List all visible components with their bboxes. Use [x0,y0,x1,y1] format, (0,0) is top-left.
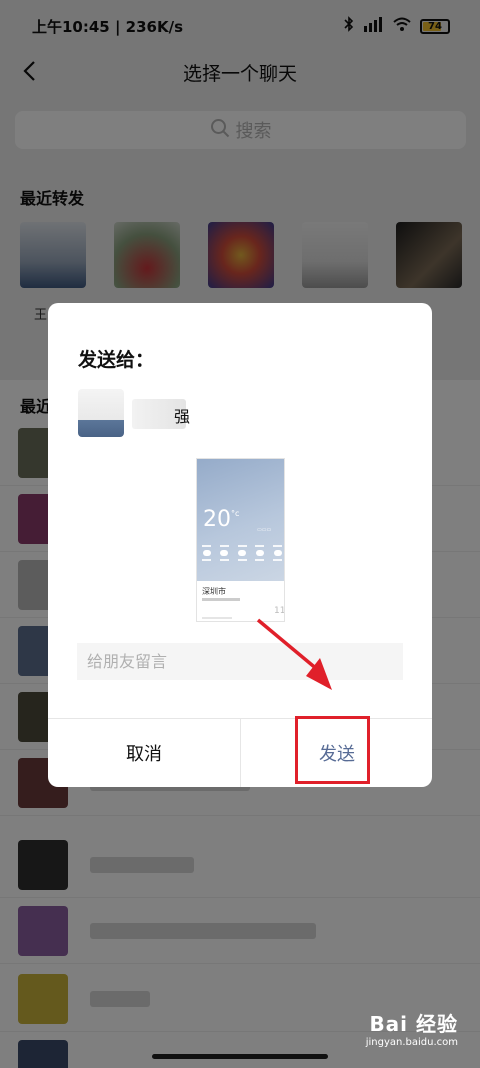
annotation-arrow-icon [256,618,332,690]
watermark: Bai 经验 jingyan.baidu.com [366,1008,458,1048]
watermark-logo: Bai 经验 [369,1012,458,1036]
watermark-url: jingyan.baidu.com [365,1037,458,1048]
home-indicator[interactable] [152,1054,328,1059]
